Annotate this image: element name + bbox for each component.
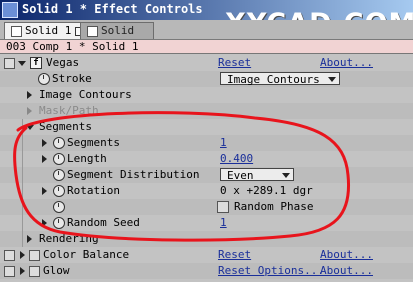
segment-distribution-dropdown[interactable]: Even <box>220 168 294 182</box>
chevron-down-icon <box>282 173 290 178</box>
param-row-rotation: Rotation 0 x +289.1 dgr <box>0 183 413 199</box>
expand-triangle-icon[interactable] <box>18 61 26 66</box>
param-row-random-seed: Random Seed 1 <box>0 215 413 231</box>
stopwatch-icon[interactable] <box>53 169 65 181</box>
fx-icon[interactable] <box>29 250 40 261</box>
group-label: Mask/Path <box>39 104 99 117</box>
effect-name: Glow <box>43 264 70 277</box>
param-label: Random Seed <box>67 216 140 229</box>
chevron-down-icon <box>328 77 336 82</box>
effect-name: Color Balance <box>43 248 130 261</box>
effect-row-glow[interactable]: Glow Reset Options... About... <box>0 263 413 279</box>
param-label: Length <box>67 152 107 165</box>
stopwatch-icon[interactable] <box>53 185 65 197</box>
stopwatch-icon[interactable] <box>53 153 65 165</box>
param-label: Segments <box>67 136 120 149</box>
tree-guide <box>22 119 23 247</box>
param-row-stroke: Stroke Image Contours <box>0 71 413 87</box>
reset-button[interactable]: Reset <box>218 55 251 71</box>
expand-triangle-icon[interactable] <box>27 107 32 115</box>
effect-controls-icon <box>87 25 98 37</box>
effect-enable-checkbox[interactable] <box>4 58 15 69</box>
stopwatch-icon[interactable] <box>53 201 65 213</box>
stopwatch-icon[interactable] <box>38 73 50 85</box>
fx-icon[interactable] <box>29 266 40 277</box>
effect-name: Vegas <box>46 56 80 69</box>
segments-value[interactable]: 1 <box>220 135 227 151</box>
random-seed-value[interactable]: 1 <box>220 215 227 231</box>
effects-list: f Vegas Reset About... Stroke Image Cont… <box>0 55 413 282</box>
group-row-segments[interactable]: Segments <box>0 119 413 135</box>
random-phase-label: Random Phase <box>234 200 314 213</box>
expand-triangle-icon[interactable] <box>26 125 34 130</box>
stopwatch-icon[interactable] <box>53 217 65 229</box>
effect-enable-checkbox[interactable] <box>4 250 15 261</box>
group-row-rendering[interactable]: Rendering <box>0 231 413 247</box>
tab-solid-1[interactable]: Solid 1 <box>4 22 92 39</box>
tab-label: Solid 1 <box>25 24 72 37</box>
about-button[interactable]: About... <box>320 247 373 263</box>
expand-triangle-icon[interactable] <box>42 139 47 147</box>
random-phase-checkbox[interactable] <box>217 201 229 213</box>
expand-triangle-icon[interactable] <box>42 155 47 163</box>
comp-path: 003 Comp 1 * Solid 1 <box>0 40 413 54</box>
fx-icon[interactable]: f <box>30 57 42 69</box>
param-row-length: Length 0.400 <box>0 151 413 167</box>
param-row-segments: Segments 1 <box>0 135 413 151</box>
param-label: Rotation <box>67 184 120 197</box>
stroke-dropdown[interactable]: Image Contours <box>220 72 340 86</box>
param-label: Stroke <box>52 72 92 85</box>
group-label: Rendering <box>39 232 99 245</box>
tab-solid-2[interactable]: Solid 2 <box>80 22 154 53</box>
rotation-value[interactable]: 0 x +289.1 dgr <box>220 183 313 199</box>
effect-row-color-balance[interactable]: Color Balance Reset About... <box>0 247 413 263</box>
group-label: Image Contours <box>39 88 132 101</box>
effect-controls-icon <box>11 25 22 37</box>
expand-triangle-icon[interactable] <box>20 267 25 275</box>
expand-triangle-icon[interactable] <box>27 91 32 99</box>
expand-triangle-icon[interactable] <box>42 187 47 195</box>
group-row-mask-path[interactable]: Mask/Path <box>0 103 413 119</box>
group-row-image-contours[interactable]: Image Contours <box>0 87 413 103</box>
window-title: Solid 1 * Effect Controls <box>22 2 203 16</box>
effect-enable-checkbox[interactable] <box>4 266 15 277</box>
param-row-segment-distribution: Segment Distribution Even <box>0 167 413 183</box>
tab-bar: Solid 1 Solid 2 <box>0 20 413 53</box>
group-label: Segments <box>39 120 92 133</box>
effect-row-vegas[interactable]: f Vegas Reset About... <box>0 55 413 71</box>
stopwatch-icon[interactable] <box>53 137 65 149</box>
reset-button[interactable]: Reset <box>218 247 251 263</box>
about-button[interactable]: About... <box>320 55 373 71</box>
expand-triangle-icon[interactable] <box>20 251 25 259</box>
about-button[interactable]: About... <box>320 263 373 279</box>
param-row-random-phase: Random Phase <box>0 199 413 215</box>
expand-triangle-icon[interactable] <box>27 235 32 243</box>
expand-triangle-icon[interactable] <box>42 219 47 227</box>
length-value[interactable]: 0.400 <box>220 151 253 167</box>
reset-options-button[interactable]: Reset Options... <box>218 263 324 279</box>
app-icon <box>2 2 18 18</box>
param-label: Segment Distribution <box>67 168 200 181</box>
